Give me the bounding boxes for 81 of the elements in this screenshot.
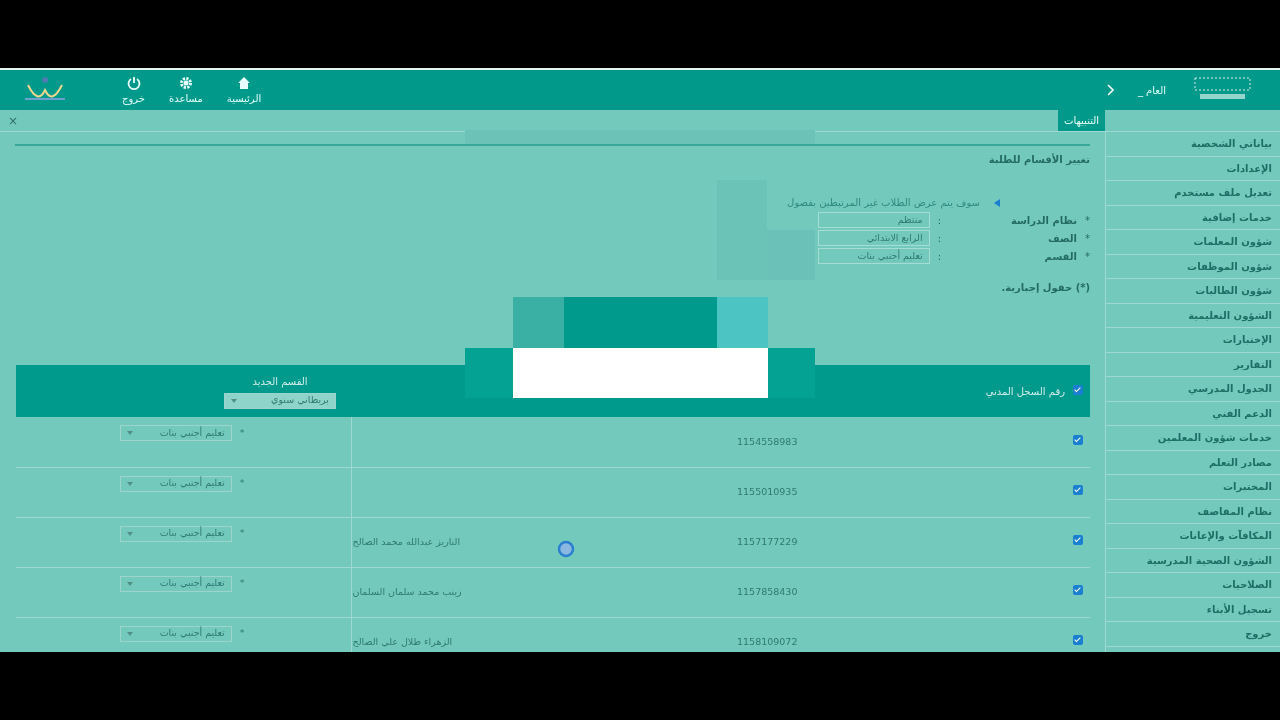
form-title: تغيير الأقسام للطلبة [988, 152, 1090, 167]
required-note: (*) حقول إجبارية. [1001, 281, 1090, 295]
section-dropdown[interactable]: تعليم أجنبي بنات [119, 475, 232, 492]
nav-logout-button[interactable]: خروج [110, 74, 157, 106]
civil-id-cell: 1157177229 [737, 535, 798, 547]
field-value: تعليم أجنبي بنات [817, 248, 930, 264]
sidebar-item[interactable]: شؤون المعلمات [1106, 230, 1280, 255]
required-mark: * [239, 526, 245, 541]
colon: : [937, 213, 941, 228]
sidebar-item[interactable]: نظام المقاصف [1106, 499, 1280, 524]
caret-icon [126, 431, 133, 435]
sidebar-item[interactable]: بياناتي الشخصية [1106, 132, 1280, 157]
power-icon [125, 74, 142, 91]
sidebar-item[interactable]: المختبرات [1106, 475, 1280, 500]
sidebar-item[interactable]: الإعدادات [1106, 156, 1280, 181]
sidebar-item[interactable]: مصادر التعلم [1106, 450, 1280, 475]
sidebar-item[interactable]: تعديل ملف مستخدم [1106, 181, 1280, 206]
required-mark: * [239, 476, 245, 491]
sidebar-item[interactable]: الدعم الفني [1106, 401, 1280, 426]
civil-id-cell: 1158109072 [737, 635, 798, 647]
student-name-cell: الناريز عبدالله محمد الصالح [352, 535, 460, 547]
civil-id-cell: 1154558983 [737, 435, 798, 447]
required-mark: * [239, 626, 245, 641]
section-dropdown[interactable]: تعليم أجنبي بنات [119, 575, 232, 592]
required-mark: * [239, 576, 245, 591]
triangle-icon [994, 198, 1000, 207]
loading-spinner-icon [557, 540, 575, 558]
caret-icon [231, 398, 237, 403]
field-label: الصف [1047, 231, 1077, 246]
required-mark: * [239, 425, 245, 440]
settings-icon [177, 74, 194, 91]
caret-icon [126, 481, 133, 486]
civil-id-cell: 1157858430 [737, 585, 798, 597]
student-name-cell: الزهراء طلال علي الصالح [352, 635, 453, 647]
section-dropdown[interactable]: تعليم أجنبي بنات [119, 625, 232, 642]
field-value: الرابع الابتدائي [817, 230, 930, 246]
row-checkbox[interactable] [1073, 634, 1083, 645]
row-checkbox[interactable] [1073, 484, 1083, 495]
info-note: سوف يتم عرض الطلاب غير المرتبطين بفصول [787, 196, 980, 210]
sidebar-item[interactable]: خروج [1106, 622, 1280, 647]
alerts-tab[interactable]: التنبيهات [1058, 110, 1105, 131]
row-checkbox[interactable] [1073, 434, 1083, 445]
sidebar-item[interactable]: الإختبارات [1106, 328, 1280, 353]
sidebar-item[interactable]: شؤون الطالبات [1106, 279, 1280, 304]
sidebar-item[interactable]: الصلاحيات [1106, 573, 1280, 598]
section-dropdown[interactable]: بريطاني سنوي [224, 392, 336, 409]
row-checkbox[interactable] [1073, 534, 1083, 545]
student-name-cell: زينب محمد سلمان السلمان [352, 585, 462, 597]
field-label: القسم [1043, 249, 1077, 264]
section-dropdown[interactable]: تعليم أجنبي بنات [119, 525, 232, 542]
sidebar-item[interactable]: التقارير [1106, 352, 1280, 377]
header-title: العام _ [1137, 83, 1166, 98]
sidebar-item[interactable]: الجدول المدرسي [1106, 377, 1280, 402]
close-button[interactable]: × [0, 110, 27, 131]
sidebar-item[interactable]: خدمات شؤون المعلمين [1106, 426, 1280, 451]
chevron-icon [1105, 84, 1114, 96]
sidebar-item[interactable]: المكافآت والإعانات [1106, 524, 1280, 549]
colon: : [937, 231, 941, 246]
sidebar-item[interactable]: الشؤون التعليمية [1106, 303, 1280, 328]
nav-help-button[interactable]: مساعدة [157, 74, 215, 106]
home-icon [236, 74, 252, 91]
field-label: نظام الدراسة [1009, 213, 1077, 228]
sidebar-item[interactable]: الشؤون الصحية المدرسية [1106, 548, 1280, 573]
civil-id-cell: 1155010935 [737, 485, 798, 497]
required-mark: * [1085, 231, 1090, 246]
sidebar-item[interactable]: خدمات إضافية [1106, 205, 1280, 230]
caret-icon [126, 531, 133, 536]
sidebar-item[interactable]: شؤون الموظفات [1106, 254, 1280, 279]
sidebar-item[interactable]: تسجيل الأبناء [1106, 597, 1280, 622]
caret-icon [126, 631, 133, 636]
field-value: منتظم [817, 212, 930, 228]
nav-home-button[interactable]: الرئيسية [214, 74, 274, 106]
select-all-checkbox[interactable] [1073, 384, 1083, 395]
colon: : [937, 249, 941, 264]
column-header: القسم الجديد [252, 374, 308, 389]
required-mark: * [1085, 213, 1090, 228]
caret-icon [126, 581, 133, 586]
column-header: رقم السجل المدني [985, 385, 1065, 397]
section-dropdown[interactable]: تعليم أجنبي بنات [119, 425, 232, 441]
row-checkbox[interactable] [1073, 584, 1083, 595]
required-mark: * [1085, 249, 1090, 264]
